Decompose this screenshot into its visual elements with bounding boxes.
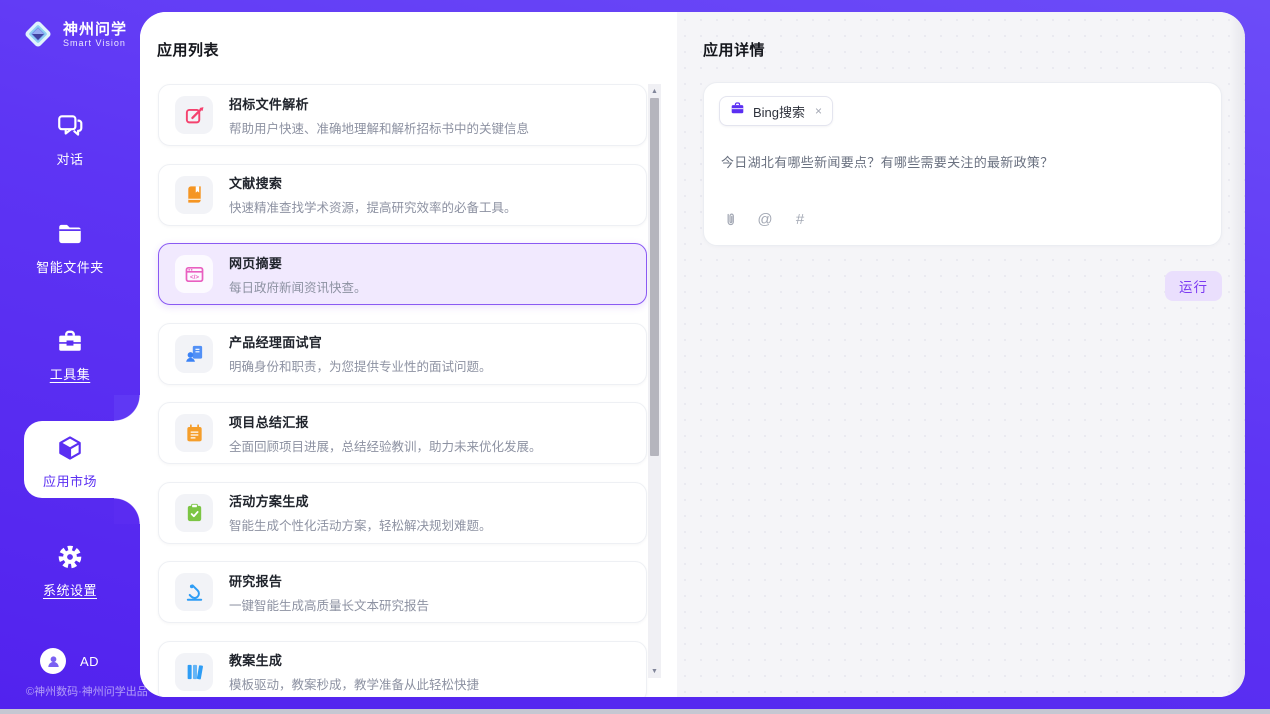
app-item-desc: 模板驱动，教案秒成，教学准备从此轻松快捷 [229, 674, 479, 693]
app-item-bid-document-parse[interactable]: 招标文件解析帮助用户快速、准确地理解和解析招标书中的关键信息 [158, 84, 647, 146]
sidebar-item-label: 应用市场 [0, 471, 140, 490]
app-item-desc: 全面回顾项目进展，总结经验教训，助力未来优化发展。 [229, 436, 542, 455]
webpage-code-icon: </> [175, 255, 213, 293]
folder-icon [56, 220, 84, 248]
tag-close-icon[interactable]: × [815, 105, 822, 117]
app-item-name: 网页摘要 [229, 253, 367, 272]
scrollbar[interactable]: ▲ ▼ [648, 84, 661, 678]
document-edit-icon [175, 96, 213, 134]
briefcase-icon [730, 101, 745, 121]
tool-tag-label: Bing搜索 [753, 102, 805, 121]
chat-icon [56, 112, 84, 140]
sidebar-item-label: 工具集 [0, 364, 140, 383]
app-item-name: 招标文件解析 [229, 94, 529, 113]
sidebar-item-system-settings[interactable]: 系统设置 [0, 543, 140, 599]
app-list-title: 应用列表 [157, 39, 219, 60]
paperclip-icon[interactable] [721, 210, 739, 228]
app-item-desc: 智能生成个性化活动方案，轻松解决规划难题。 [229, 515, 492, 534]
query-input[interactable]: 今日湖北有哪些新闻要点？有哪些需要关注的最新政策？ [721, 152, 1205, 171]
content-window: 应用列表 招标文件解析帮助用户快速、准确地理解和解析招标书中的关键信息文献搜索快… [140, 12, 1245, 697]
app-item-name: 项目总结汇报 [229, 412, 542, 431]
app-item-research-report[interactable]: 研究报告一键智能生成高质量长文本研究报告 [158, 561, 647, 623]
research-icon [175, 573, 213, 611]
books-icon [175, 653, 213, 691]
sidebar-item-chat[interactable]: 对话 [0, 112, 140, 168]
user-initials: AD [80, 654, 99, 669]
app-item-literature-search[interactable]: 文献搜索快速精准查找学术资源，提高研究效率的必备工具。 [158, 164, 647, 226]
book-icon [175, 176, 213, 214]
report-icon [175, 414, 213, 452]
app-item-webpage-summary[interactable]: </> 网页摘要每日政府新闻资讯快查。 [158, 243, 647, 305]
scrollbar-up-arrow-icon[interactable]: ▲ [648, 85, 661, 97]
input-toolbar: @# [721, 210, 809, 228]
app-detail-title: 应用详情 [703, 39, 765, 60]
user-chip[interactable]: AD [40, 648, 99, 674]
app-item-lesson-plan-generator[interactable]: 教案生成模板驱动，教案秒成，教学准备从此轻松快捷 [158, 641, 647, 698]
sidebar-item-toolset[interactable]: 工具集 [0, 327, 140, 383]
hash-icon[interactable]: # [791, 210, 809, 228]
gear-icon [56, 543, 84, 571]
app-item-project-summary[interactable]: 项目总结汇报全面回顾项目进展，总结经验教训，助力未来优化发展。 [158, 402, 647, 464]
app-list-panel: 应用列表 招标文件解析帮助用户快速、准确地理解和解析招标书中的关键信息文献搜索快… [140, 12, 677, 697]
svg-text:</>: </> [190, 273, 199, 280]
tool-tag-bing-search[interactable]: Bing搜索 × [719, 96, 833, 126]
scrollbar-down-arrow-icon[interactable]: ▼ [648, 665, 661, 677]
app-item-desc: 帮助用户快速、准确地理解和解析招标书中的关键信息 [229, 118, 529, 137]
sidebar-item-label: 系统设置 [0, 580, 140, 599]
copyright: ©神州数码·神州问学出品 [26, 683, 148, 699]
scrollbar-thumb[interactable] [650, 98, 659, 456]
app-item-name: 教案生成 [229, 650, 479, 669]
sidebar-nav: 对话智能文件夹工具集应用市场系统设置 [0, 0, 140, 714]
app-list: 招标文件解析帮助用户快速、准确地理解和解析招标书中的关键信息文献搜索快速精准查找… [158, 84, 647, 697]
bottom-strip [0, 709, 1270, 714]
app-item-name: 产品经理面试官 [229, 332, 492, 351]
sidebar-item-label: 对话 [0, 149, 140, 168]
at-icon[interactable]: @ [756, 210, 774, 228]
interviewer-icon [175, 335, 213, 373]
run-button[interactable]: 运行 [1165, 271, 1222, 301]
app-item-desc: 一键智能生成高质量长文本研究报告 [229, 595, 429, 614]
sidebar-item-label: 智能文件夹 [0, 257, 140, 276]
app-item-desc: 快速精准查找学术资源，提高研究效率的必备工具。 [229, 197, 517, 216]
app-item-desc: 每日政府新闻资讯快查。 [229, 277, 367, 296]
app-item-name: 研究报告 [229, 571, 429, 590]
user-avatar-icon [40, 648, 66, 674]
query-card: Bing搜索 × 今日湖北有哪些新闻要点？有哪些需要关注的最新政策？ @# [703, 82, 1222, 246]
app-item-name: 文献搜索 [229, 173, 517, 192]
sidebar-item-smart-folder[interactable]: 智能文件夹 [0, 220, 140, 276]
app-item-event-plan-generator[interactable]: 活动方案生成智能生成个性化活动方案，轻松解决规划难题。 [158, 482, 647, 544]
app-item-name: 活动方案生成 [229, 491, 492, 510]
app-detail-panel: 应用详情 Bing搜索 × 今日湖北有哪些新闻要点？有哪些需要关注的最新政策？ … [677, 12, 1245, 697]
sidebar: 神州问学 Smart Vision 对话智能文件夹工具集应用市场系统设置 AD … [0, 0, 140, 714]
sidebar-item-app-market[interactable]: 应用市场 [0, 434, 140, 490]
toolbox-icon [56, 327, 84, 355]
app-item-pm-interviewer[interactable]: 产品经理面试官明确身份和职责，为您提供专业性的面试问题。 [158, 323, 647, 385]
clipboard-check-icon [175, 494, 213, 532]
cube-icon [56, 434, 84, 462]
app-item-desc: 明确身份和职责，为您提供专业性的面试问题。 [229, 356, 492, 375]
